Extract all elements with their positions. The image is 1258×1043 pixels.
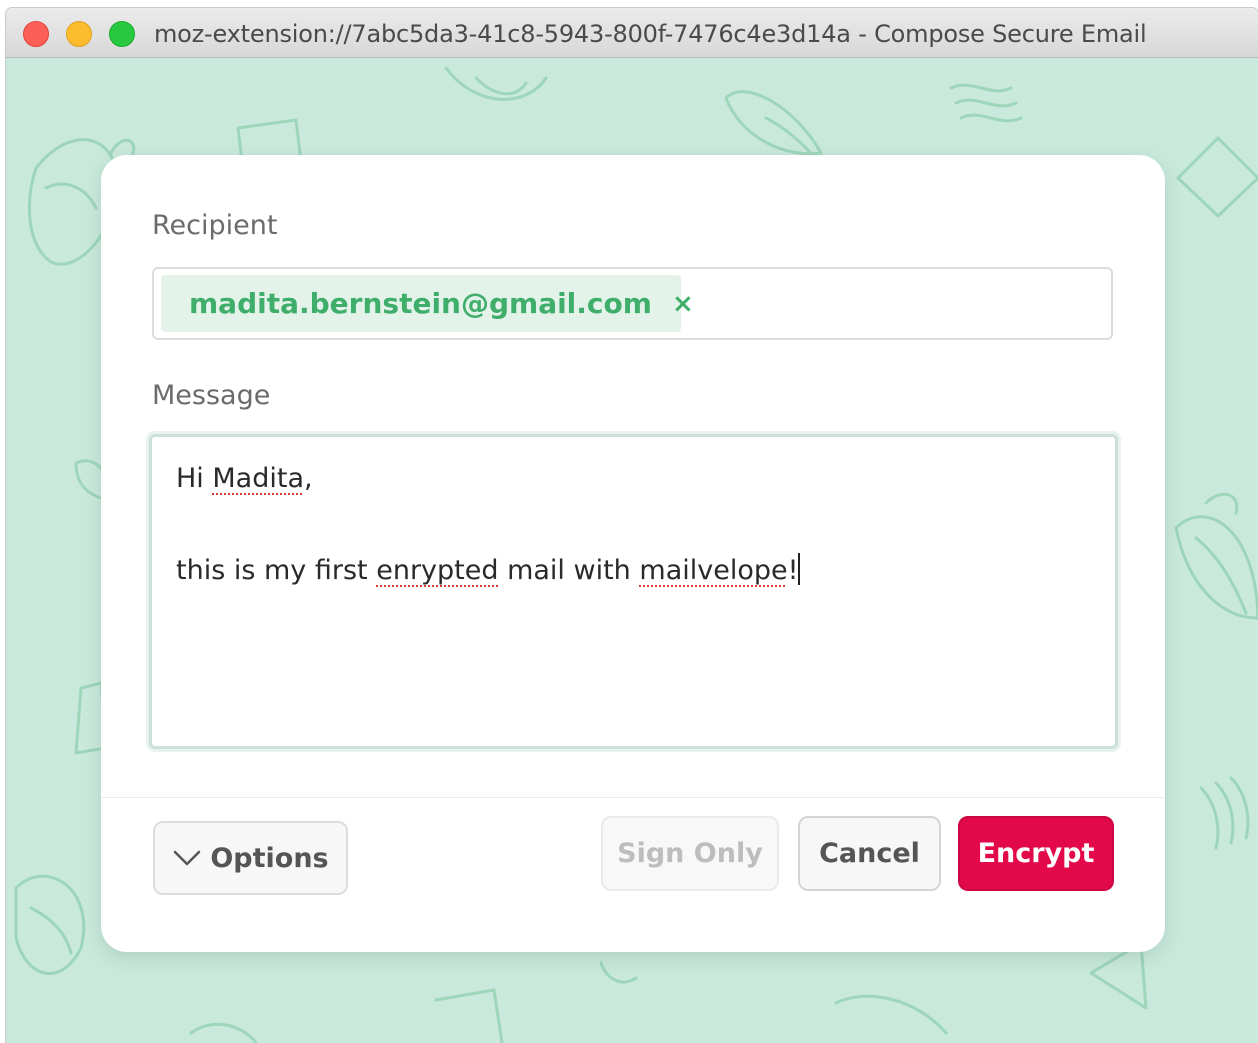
body-text-end: ! <box>787 555 799 586</box>
text-caret <box>798 553 801 585</box>
options-label: Options <box>210 842 329 874</box>
close-icon[interactable]: × <box>672 291 694 317</box>
recipient-label: Recipient <box>152 210 278 241</box>
message-label: Message <box>152 380 271 411</box>
maximize-window-button[interactable] <box>109 21 135 47</box>
close-window-button[interactable] <box>23 21 49 47</box>
body-text-start: this is my first <box>176 555 377 586</box>
recipient-tag: madita.bernstein@gmail.com × <box>161 275 694 332</box>
encrypt-button[interactable]: Encrypt <box>958 816 1114 891</box>
sign-only-button[interactable]: Sign Only <box>601 816 779 891</box>
options-button[interactable]: Options <box>153 821 348 895</box>
body-text-middle: mail with <box>498 555 640 586</box>
misspelled-word: mailvelope <box>639 555 788 586</box>
cancel-button[interactable]: Cancel <box>798 816 941 891</box>
greeting-text: Hi <box>176 463 213 494</box>
chevron-down-icon <box>174 850 201 866</box>
recipient-email: madita.bernstein@gmail.com <box>189 287 652 320</box>
misspelled-word: enrypted <box>376 555 499 586</box>
title-bar: moz-extension://7abc5da3-41c8-5943-800f-… <box>6 8 1258 58</box>
compose-dialog: Recipient madita.bernstein@gmail.com × M… <box>101 155 1165 952</box>
message-textarea[interactable]: Hi Madita, this is my first enrypted mai… <box>149 434 1118 749</box>
footer-divider <box>101 797 1165 798</box>
greeting-punctuation: , <box>304 463 313 494</box>
compose-background: Recipient madita.bernstein@gmail.com × M… <box>6 58 1258 1043</box>
window-title: moz-extension://7abc5da3-41c8-5943-800f-… <box>154 20 1147 48</box>
recipient-input[interactable]: madita.bernstein@gmail.com × <box>152 267 1113 340</box>
minimize-window-button[interactable] <box>66 21 92 47</box>
app-window: moz-extension://7abc5da3-41c8-5943-800f-… <box>6 8 1258 1043</box>
misspelled-word: Madita <box>212 463 305 494</box>
message-line-body: this is my first enrypted mail with mail… <box>176 553 1091 598</box>
message-line-greeting: Hi Madita, <box>176 463 1091 508</box>
